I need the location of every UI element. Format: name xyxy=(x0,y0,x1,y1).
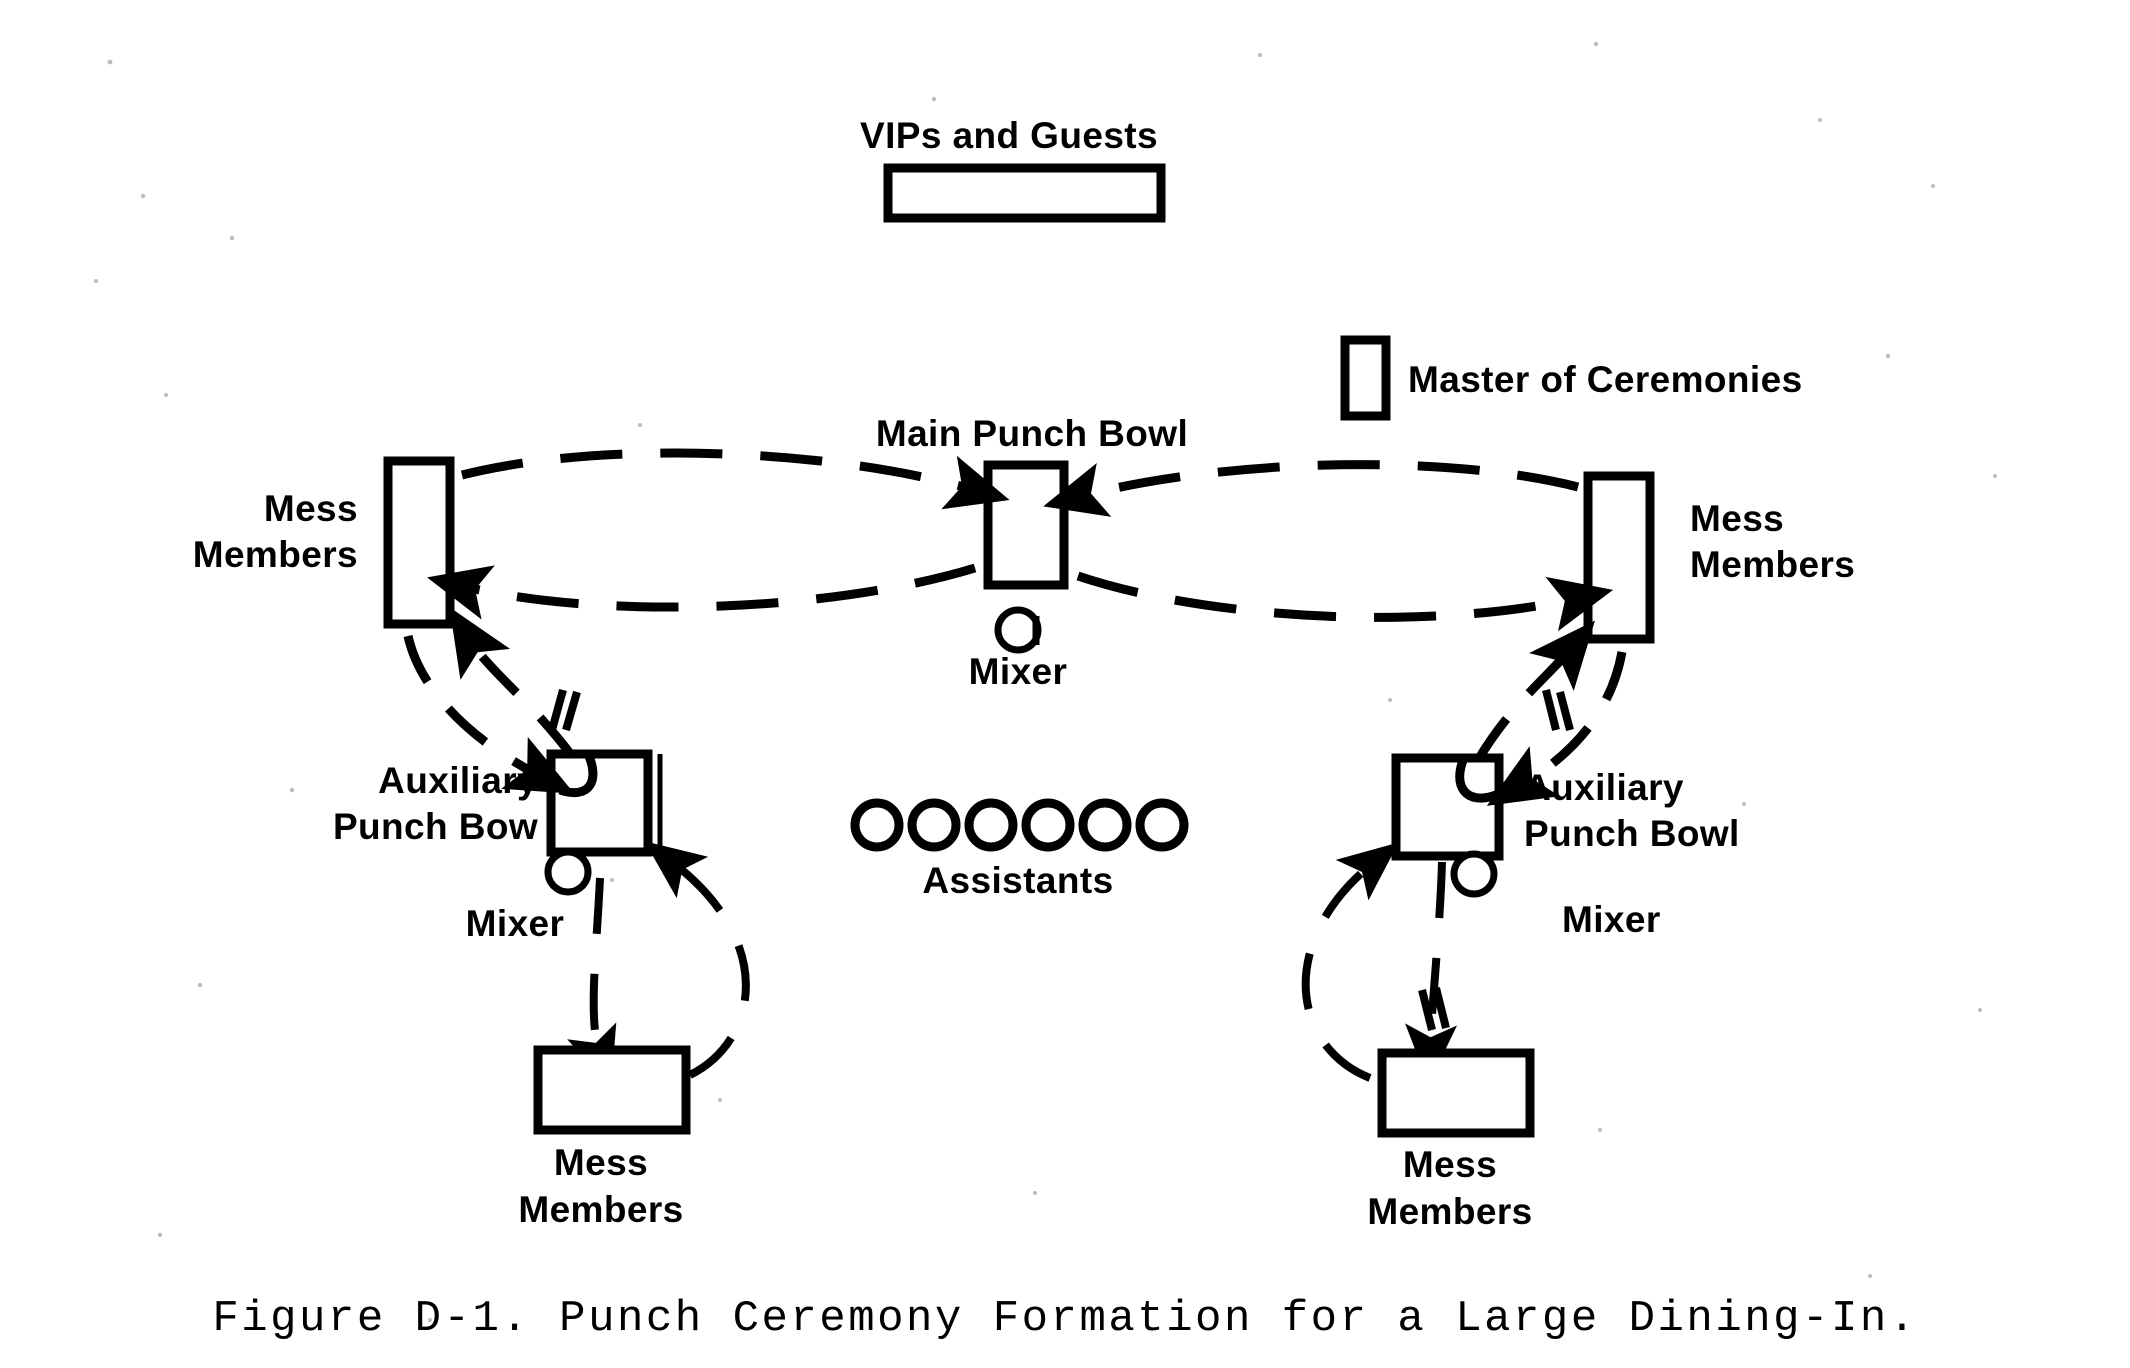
main-punch-bowl-box xyxy=(983,460,1069,590)
flow-left-to-main-bowl xyxy=(427,448,1010,620)
flow-right-return-arrow xyxy=(1076,571,1614,632)
mess-members-bottom-left-box xyxy=(533,1045,691,1135)
node-mess-members-left[interactable]: Mess Members xyxy=(193,456,455,629)
node-aux-punch-bowl-right[interactable]: Auxiliary Punch Bowl xyxy=(1391,753,1740,861)
flow-left-down-to-aux-arrow xyxy=(403,634,575,794)
aux-mixer-right-label: Mixer xyxy=(1562,899,1661,940)
mess-members-bottom-left-label-line1: Mess xyxy=(554,1142,648,1183)
flow-left-down-to-bottom-members-arrow xyxy=(567,877,617,1088)
node-mess-members-bottom-left[interactable]: Mess Members xyxy=(518,1045,691,1230)
flow-left-outbound-arrow xyxy=(460,448,1010,510)
main-mixer-circle xyxy=(994,606,1042,654)
flow-right-outbound-arrow xyxy=(1043,460,1580,517)
flow-right-up-from-bottom-members-arrow xyxy=(1301,842,1399,1082)
mess-members-bottom-right-label-line1: Mess xyxy=(1403,1144,1497,1185)
assistant-circle-3 xyxy=(964,798,1018,852)
mess-members-bottom-right-label-line2: Members xyxy=(1367,1191,1532,1232)
flow-right-loop-tick-b xyxy=(1556,690,1574,732)
vips-and-guests-box xyxy=(883,163,1166,223)
main-punch-bowl-label: Main Punch Bowl xyxy=(876,413,1188,454)
flow-right-to-main-bowl xyxy=(1043,460,1614,632)
node-vips-and-guests[interactable]: VIPs and Guests xyxy=(860,115,1166,223)
node-mess-members-bottom-right[interactable]: Mess Members xyxy=(1367,1048,1535,1232)
aux-mixer-right-circle xyxy=(1450,850,1498,898)
flow-left-return-arrow xyxy=(427,563,977,620)
mess-members-right-box xyxy=(1583,471,1655,644)
node-mess-members-right[interactable]: Mess Members xyxy=(1583,471,1855,644)
mess-members-left-box xyxy=(383,456,455,629)
aux-punch-bowl-left-label-line2: Punch Bow xyxy=(333,806,538,847)
assistant-circle-1 xyxy=(850,798,904,852)
vips-and-guests-label: VIPs and Guests xyxy=(860,115,1158,156)
mess-members-right-label-line2: Members xyxy=(1690,544,1855,585)
mess-members-bottom-left-label-line2: Members xyxy=(518,1189,683,1230)
aux-punch-bowl-left-box xyxy=(546,749,653,857)
aux-punch-bowl-right-label-line2: Punch Bowl xyxy=(1524,813,1740,854)
flow-left-up-from-bottom-members-arrow xyxy=(644,841,750,1079)
flow-left-loop-tick-b xyxy=(562,690,581,732)
figure-caption: Figure D-1. Punch Ceremony Formation for… xyxy=(212,1294,1917,1344)
flow-right-aux-bottom-loop xyxy=(1301,842,1458,1085)
assistant-circle-4 xyxy=(1021,798,1075,852)
flow-left-loop-tick-a xyxy=(548,688,567,732)
punch-ceremony-diagram: VIPs and Guests Master of Ceremonies Mai… xyxy=(94,41,1997,1344)
node-aux-mixer-left[interactable]: Mixer xyxy=(466,848,592,944)
node-aux-punch-bowl-left[interactable]: Auxiliary Punch Bow xyxy=(333,749,663,857)
master-of-ceremonies-box xyxy=(1340,335,1391,421)
flow-right-up-to-members-arrow xyxy=(1474,620,1596,763)
flow-right-bottom-tick-b xyxy=(1432,987,1450,1029)
aux-punch-bowl-right-box xyxy=(1391,753,1504,861)
mess-members-left-label-line2: Members xyxy=(193,534,358,575)
aux-mixer-left-circle xyxy=(544,848,592,896)
assistant-circle-5 xyxy=(1078,798,1132,852)
node-main-mixer[interactable]: Mixer xyxy=(969,606,1068,692)
master-of-ceremonies-label: Master of Ceremonies xyxy=(1408,359,1803,400)
flow-left-aux-bottom-loop xyxy=(567,841,750,1088)
node-main-punch-bowl[interactable]: Main Punch Bowl xyxy=(876,413,1188,590)
flow-right-loop-tick-a xyxy=(1542,689,1560,731)
assistants-label: Assistants xyxy=(922,860,1113,901)
mess-members-right-label-line1: Mess xyxy=(1690,498,1784,539)
assistant-circle-2 xyxy=(907,798,961,852)
aux-mixer-left-label: Mixer xyxy=(466,903,565,944)
main-mixer-label: Mixer xyxy=(969,651,1068,692)
figure-container: VIPs and Guests Master of Ceremonies Mai… xyxy=(0,0,2130,1368)
node-aux-mixer-right[interactable]: Mixer xyxy=(1450,850,1661,940)
node-master-of-ceremonies[interactable]: Master of Ceremonies xyxy=(1340,335,1803,421)
assistant-circle-6 xyxy=(1135,798,1189,852)
node-assistants[interactable]: Assistants xyxy=(850,798,1189,901)
mess-members-left-label-line1: Mess xyxy=(264,488,358,529)
aux-punch-bowl-right-label-line1: Auxiliary xyxy=(1524,767,1684,808)
mess-members-bottom-right-box xyxy=(1377,1048,1535,1138)
